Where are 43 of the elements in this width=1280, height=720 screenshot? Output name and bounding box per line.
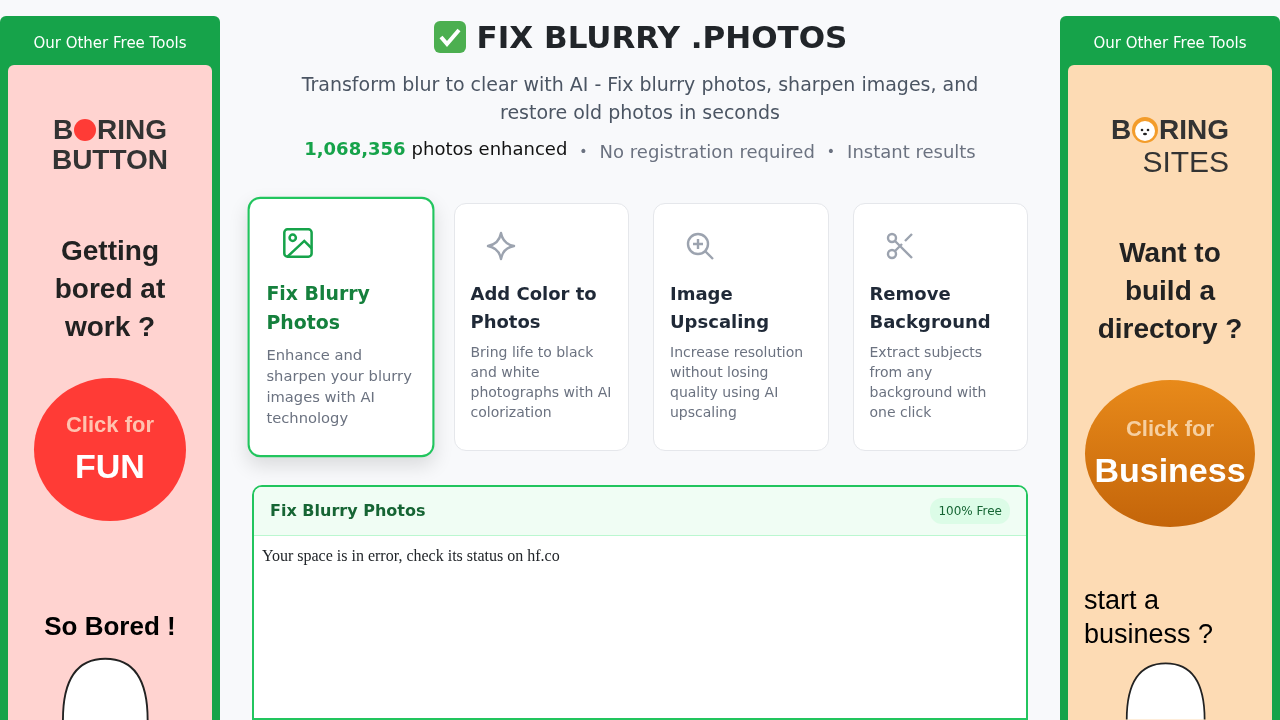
logo-subtitle: SITES: [1142, 145, 1230, 179]
tool-title: Remove Background: [869, 282, 992, 335]
dot-icon: [73, 117, 98, 142]
logo-text: B: [52, 114, 74, 146]
separator-dot: •: [579, 142, 588, 162]
stat-label: No registration required: [599, 140, 815, 165]
tool-card[interactable]: Fix Blurry Photos Enhance and sharpen your blurry images with AI technology: [247, 196, 434, 458]
logo-subtitle: BUTTON: [51, 145, 169, 177]
stat-label: photos enhanced: [411, 137, 568, 162]
check-icon: [432, 20, 467, 55]
ad-circle-button[interactable]: Click for FUN: [34, 378, 186, 522]
error-message: Your space is in error, check its status on hf.co: [261, 546, 561, 567]
tool-title: Image Upscaling: [670, 282, 771, 335]
ad-headline: Want to build a directory ?: [1096, 236, 1244, 347]
stat-label: Instant results: [847, 140, 976, 165]
sparkle-icon: [484, 230, 517, 263]
tool-description: Bring life to black and white photographs with AI colorization: [470, 343, 612, 423]
separator-dot: •: [826, 142, 836, 162]
tool-card[interactable]: Image Upscaling Increase resolution without losing quality using AI upscaling: [653, 203, 829, 452]
ad-caption: start a business ?: [1083, 584, 1215, 652]
tool-title: Fix Blurry Photos: [266, 280, 371, 336]
free-badge: 100% Free: [930, 498, 1010, 525]
ad-banner[interactable]: B RING BUTTON Getting bored at work ? Click for FUN So Bored !: [8, 64, 212, 720]
ad-banner[interactable]: B RING SITES Want to build a directory ? Click for Business start a business ?: [1068, 64, 1272, 720]
panel-title: Fix Blurry Photos: [270, 500, 426, 523]
image-icon: [281, 226, 315, 260]
tool-description: Enhance and sharpen your blurry images with AI technology: [266, 345, 413, 428]
tool-title: Add Color to Photos: [470, 282, 598, 335]
tool-description: Extract subjects from any background with one click: [869, 343, 988, 423]
page-title: FIX BLURRY .PHOTOS: [476, 20, 848, 55]
sidebar-heading: Our Other Free Tools: [1092, 33, 1248, 54]
page-subtitle: Transform blur to clear with AI - Fix blurry photos, sharpen images, and restore old photos in seconds: [300, 72, 980, 126]
tool-description: Increase resolution without losing quality using AI upscaling: [670, 343, 805, 423]
tool-card[interactable]: Remove Background Extract subjects from any background with one click: [852, 203, 1028, 452]
logo-text: B: [1110, 114, 1132, 146]
tool-card[interactable]: Add Color to Photos Bring life to black and white photographs with AI colorization: [453, 203, 629, 452]
photo-count: 1,068,356: [304, 137, 406, 162]
logo-text: RING: [97, 114, 168, 146]
logo-text: RING: [1159, 114, 1230, 146]
ad-headline: Getting bored at work ?: [53, 234, 167, 345]
ad-caption: So Bored !: [44, 610, 176, 644]
bear-icon: [1131, 115, 1160, 144]
sidebar-heading: Our Other Free Tools: [32, 33, 188, 54]
